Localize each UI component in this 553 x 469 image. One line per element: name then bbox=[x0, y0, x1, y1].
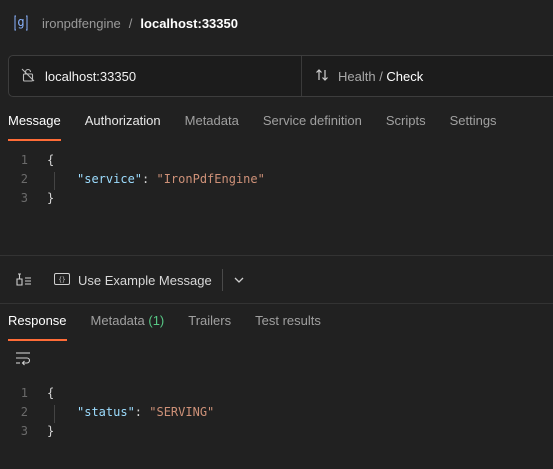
tab-trailers[interactable]: Trailers bbox=[188, 309, 231, 337]
toolbar-divider bbox=[221, 269, 223, 291]
tab-response-metadata[interactable]: Metadata (1) bbox=[91, 309, 165, 337]
svg-text:{}: {} bbox=[58, 276, 65, 283]
tab-service-definition[interactable]: Service definition bbox=[263, 108, 362, 138]
line-number: 1 bbox=[20, 152, 28, 167]
url-field[interactable]: localhost:33350 bbox=[9, 56, 302, 96]
request-url-bar: localhost:33350 Health / Check bbox=[8, 55, 553, 97]
metadata-count-badge: (1) bbox=[148, 313, 165, 328]
sort-arrows-icon bbox=[314, 67, 330, 86]
breadcrumb-request-name[interactable]: localhost:33350 bbox=[140, 16, 238, 31]
breadcrumb-collection-link[interactable]: ironpdfengine bbox=[42, 16, 121, 31]
example-message-icon: {} bbox=[54, 272, 70, 288]
message-editor[interactable]: 1 { 2 "service": "IronPdfEngine" 3 } bbox=[0, 150, 553, 210]
message-toolbar: {} Use Example Message bbox=[14, 266, 245, 294]
method-service-name: Health / bbox=[338, 68, 387, 84]
beautify-icon[interactable] bbox=[14, 271, 32, 290]
line-number: 3 bbox=[20, 423, 28, 438]
text-wrap-icon[interactable] bbox=[14, 350, 32, 366]
response-body[interactable]: 1 { 2 "status": "SERVING" 3 } bbox=[0, 383, 553, 443]
line-number: 3 bbox=[20, 190, 28, 205]
use-example-message-button[interactable]: {} Use Example Message bbox=[54, 272, 212, 288]
json-colon: : bbox=[134, 404, 150, 419]
line-number: 2 bbox=[20, 171, 28, 186]
json-close-brace: } bbox=[47, 190, 55, 205]
tab-response[interactable]: Response bbox=[8, 309, 67, 341]
breadcrumb: g ironpdfengine / localhost:33350 bbox=[12, 10, 238, 36]
svg-text:g: g bbox=[17, 15, 24, 29]
divider bbox=[0, 255, 553, 256]
method-name: Check bbox=[386, 68, 424, 84]
json-open-brace: { bbox=[47, 152, 55, 167]
divider bbox=[0, 303, 553, 304]
json-string-value: "IronPdfEngine" bbox=[156, 171, 265, 186]
chevron-down-icon[interactable] bbox=[233, 273, 245, 288]
tab-scripts[interactable]: Scripts bbox=[386, 108, 426, 138]
method-selector[interactable]: Health / Check bbox=[302, 67, 423, 86]
response-tabs: Response Metadata (1) Trailers Test resu… bbox=[8, 309, 345, 341]
tab-settings[interactable]: Settings bbox=[450, 108, 497, 138]
metadata-label: Metadata bbox=[90, 313, 145, 328]
tab-authorization[interactable]: Authorization bbox=[85, 108, 161, 138]
tab-message[interactable]: Message bbox=[8, 108, 61, 141]
request-tabs: Message Authorization Metadata Service d… bbox=[8, 108, 521, 141]
tab-metadata[interactable]: Metadata bbox=[185, 108, 239, 138]
insecure-lock-icon[interactable] bbox=[21, 68, 35, 85]
url-input[interactable]: localhost:33350 bbox=[45, 69, 136, 84]
breadcrumb-separator: / bbox=[128, 15, 133, 31]
tab-test-results[interactable]: Test results bbox=[255, 309, 321, 337]
json-key: "service" bbox=[77, 171, 143, 186]
use-example-message-label: Use Example Message bbox=[78, 272, 212, 288]
json-colon: : bbox=[142, 171, 157, 186]
line-number: 1 bbox=[20, 385, 28, 400]
json-open-brace: { bbox=[47, 385, 55, 400]
json-close-brace: } bbox=[47, 423, 55, 438]
line-number: 2 bbox=[20, 404, 28, 419]
json-string-value: "SERVING" bbox=[149, 404, 215, 419]
grpc-icon: g bbox=[12, 13, 30, 33]
json-key: "status" bbox=[77, 404, 135, 419]
